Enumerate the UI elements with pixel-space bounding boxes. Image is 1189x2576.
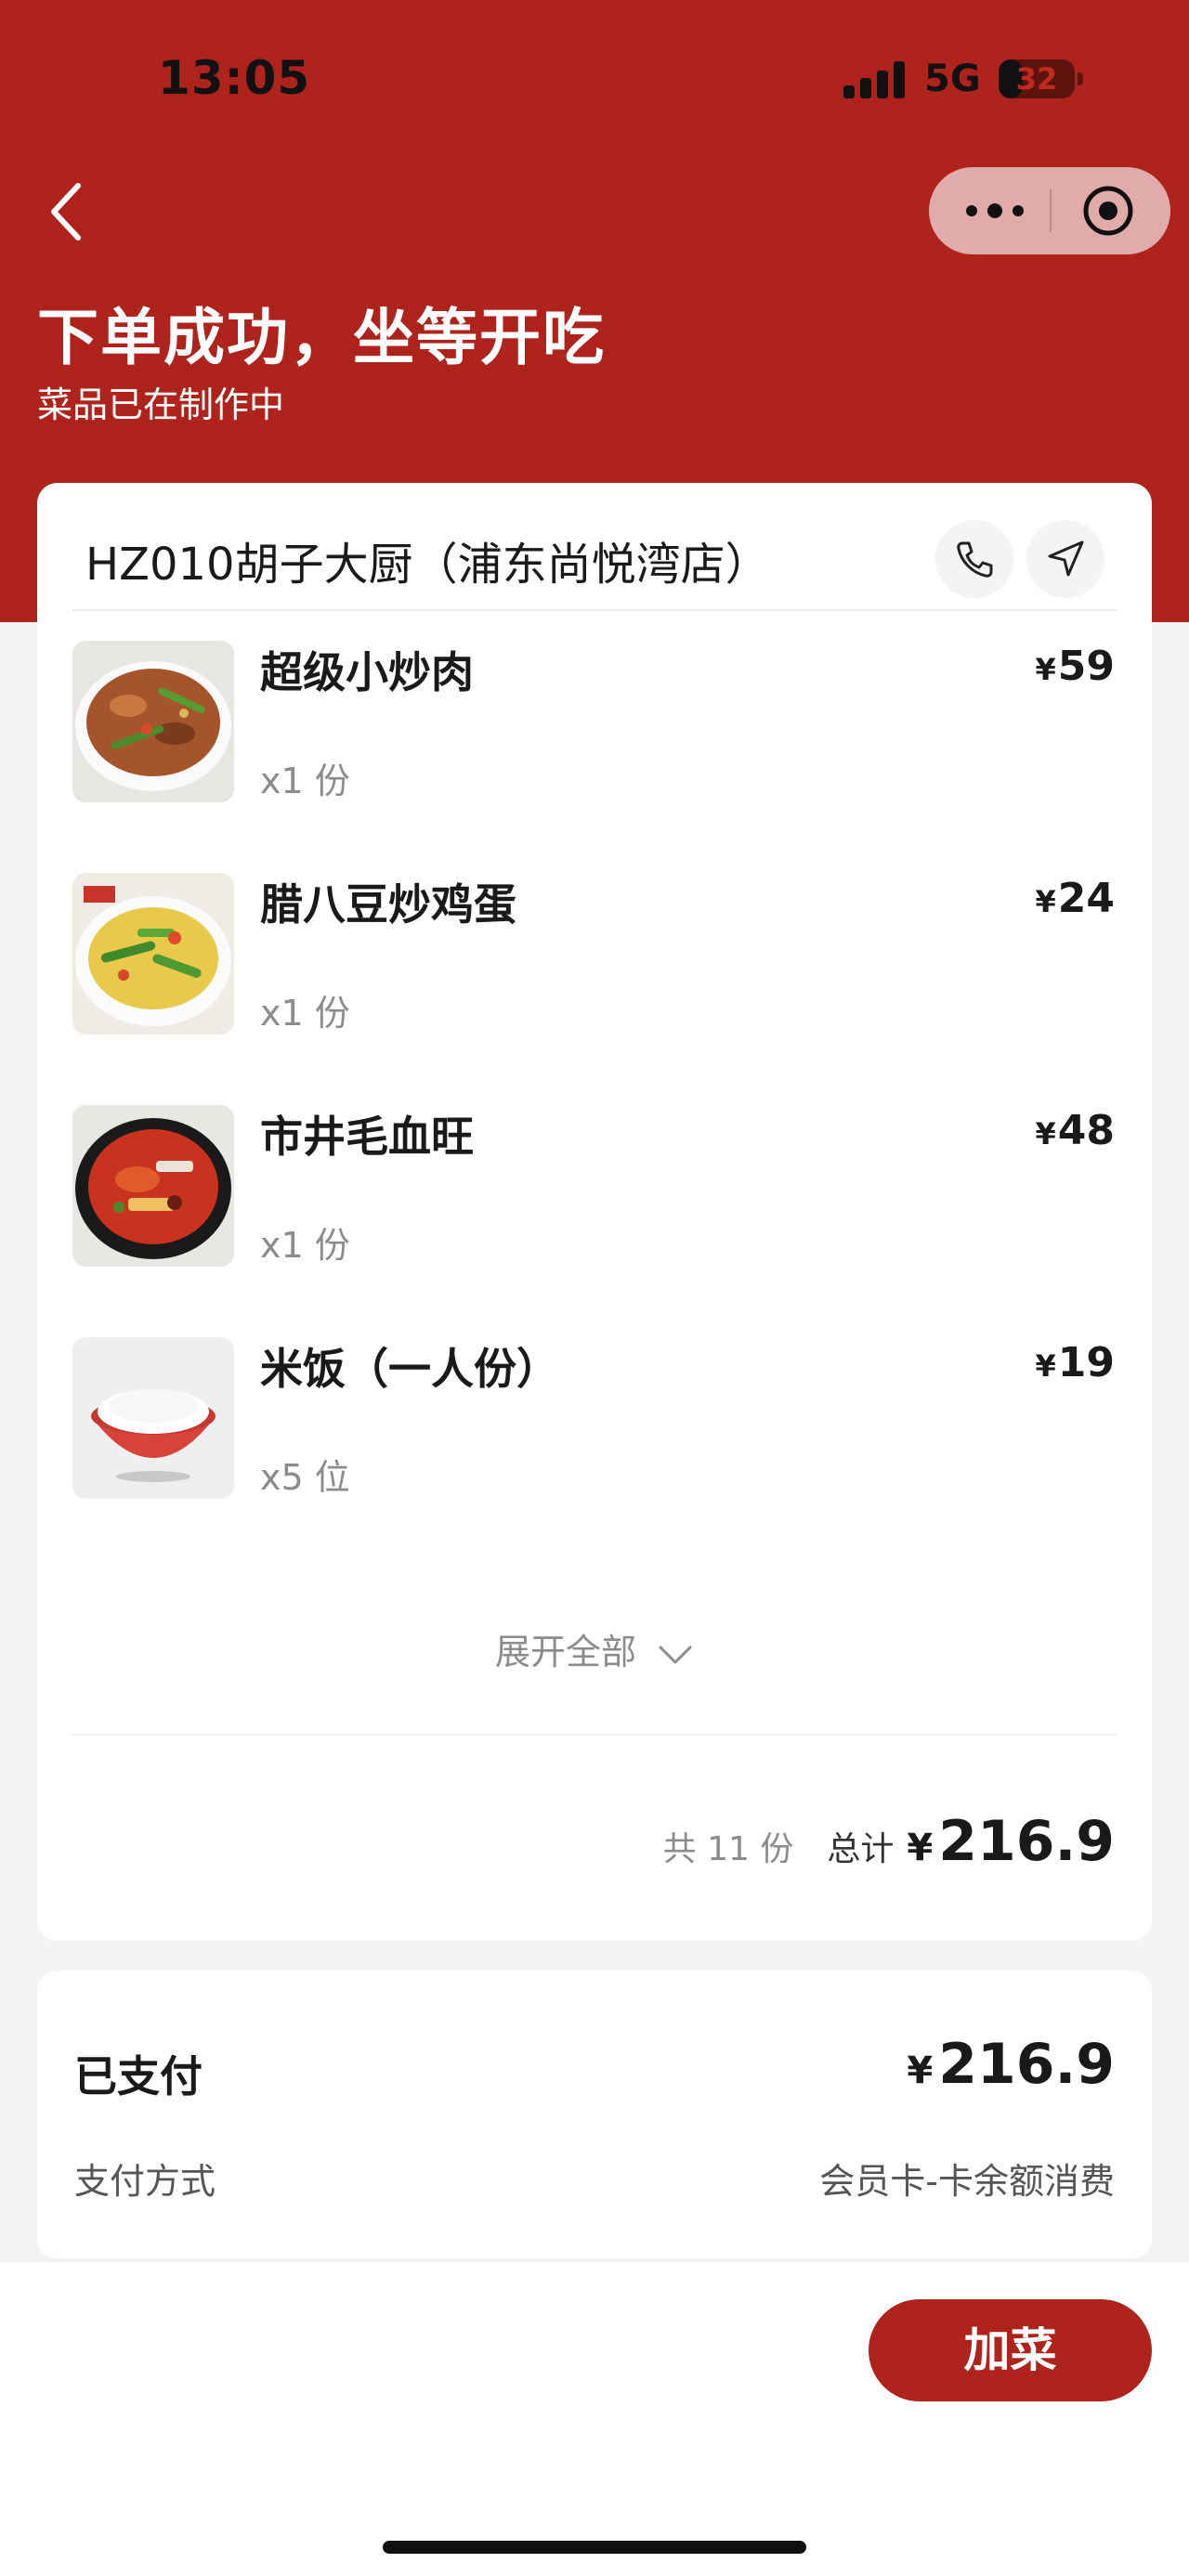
dish-price: ¥48	[1036, 1107, 1116, 1154]
more-dots-icon	[966, 203, 1024, 218]
list-item: 超级小炒肉 x1 份 ¥59	[37, 631, 1152, 817]
target-icon	[1083, 186, 1133, 236]
battery-cap	[1078, 72, 1083, 85]
currency-symbol: ¥	[1035, 1116, 1056, 1151]
price-value: 59	[1057, 643, 1115, 690]
total-amount: 216.9	[938, 1809, 1115, 1874]
mini-program-capsule	[929, 167, 1170, 254]
dish-price: ¥59	[1036, 643, 1116, 690]
dish-price: ¥19	[1036, 1339, 1116, 1386]
status-time: 13:05	[158, 51, 311, 105]
home-indicator	[383, 2541, 806, 2554]
phone-icon	[957, 541, 993, 578]
store-header: HZ010胡子大厨（浦东尚悦湾店）	[37, 483, 1152, 613]
order-total: 共 11 份 总计 ¥ 216.9	[663, 1809, 1115, 1874]
payment-method-value: 会员卡-卡余额消费	[819, 2161, 1115, 2202]
dish-image	[72, 1105, 234, 1267]
page-subtitle: 菜品已在制作中	[37, 384, 285, 425]
back-button[interactable]	[45, 175, 91, 249]
dish-name: 市井毛血旺	[260, 1112, 474, 1162]
item-count: 共 11 份	[662, 1830, 794, 1868]
currency-symbol: ¥	[1035, 884, 1056, 919]
price-value: 19	[1057, 1339, 1115, 1386]
list-item: 市井毛血旺 x1 份 ¥48	[37, 1096, 1152, 1281]
dish-quantity: x1 份	[260, 993, 350, 1034]
call-button[interactable]	[935, 520, 1013, 598]
dish-quantity: x5 位	[260, 1457, 350, 1498]
list-item: 米饭（一人份） x5 位 ¥19	[37, 1328, 1152, 1514]
status-bar: 13:05 5G 32	[0, 0, 1189, 158]
capsule-divider	[1050, 189, 1052, 232]
currency-symbol: ¥	[1035, 1348, 1056, 1384]
add-dish-button[interactable]: 加菜	[869, 2299, 1152, 2401]
navigation-arrow-icon	[1048, 540, 1084, 577]
divider	[72, 609, 1117, 611]
chevron-down-icon	[659, 1646, 692, 1663]
list-item: 腊八豆炒鸡蛋 x1 份 ¥24	[37, 864, 1152, 1049]
price-value: 48	[1057, 1107, 1115, 1154]
total-label: 总计	[827, 1830, 895, 1868]
expand-all-label: 展开全部	[494, 1632, 636, 1672]
payment-method-label: 支付方式	[74, 2161, 216, 2202]
network-label: 5G	[924, 58, 981, 100]
chevron-left-icon	[51, 183, 81, 241]
dish-price: ¥24	[1036, 875, 1116, 922]
currency-symbol: ¥	[1035, 652, 1056, 687]
paid-label: 已支付	[74, 2051, 203, 2101]
dish-image	[72, 873, 234, 1034]
dish-quantity: x1 份	[260, 1225, 350, 1266]
divider	[72, 1734, 1117, 1736]
paid-amount: ¥ 216.9	[907, 2032, 1115, 2097]
dish-quantity: x1 份	[260, 761, 350, 801]
payment-card: 已支付 ¥ 216.9 支付方式 会员卡-卡余额消费	[37, 1971, 1152, 2258]
currency-symbol: ¥	[907, 1827, 934, 1869]
navigate-button[interactable]	[1026, 520, 1104, 598]
battery-percent: 32	[1015, 61, 1058, 97]
battery-icon: 32	[999, 59, 1075, 98]
paid-amount-value: 216.9	[938, 2032, 1115, 2097]
dish-name: 米饭（一人份）	[260, 1344, 559, 1394]
dish-image	[72, 1337, 234, 1499]
store-name: HZ010胡子大厨（浦东尚悦湾店）	[85, 539, 770, 591]
dish-image	[72, 641, 234, 802]
expand-all-button[interactable]: 展开全部	[37, 1623, 1152, 1674]
dish-name: 超级小炒肉	[260, 647, 474, 697]
bottom-bar: 加菜	[0, 2262, 1189, 2576]
signal-icon	[843, 61, 905, 98]
close-mini-program-button[interactable]	[1081, 184, 1135, 238]
order-card: HZ010胡子大厨（浦东尚悦湾店） 超级小炒肉 x1 份 ¥59 腊八豆炒鸡蛋 …	[37, 483, 1152, 1941]
dish-name: 腊八豆炒鸡蛋	[260, 879, 516, 930]
more-button[interactable]	[962, 167, 1027, 254]
page-title: 下单成功，坐等开吃	[37, 302, 606, 373]
price-value: 24	[1057, 875, 1115, 922]
currency-symbol: ¥	[907, 2049, 934, 2092]
